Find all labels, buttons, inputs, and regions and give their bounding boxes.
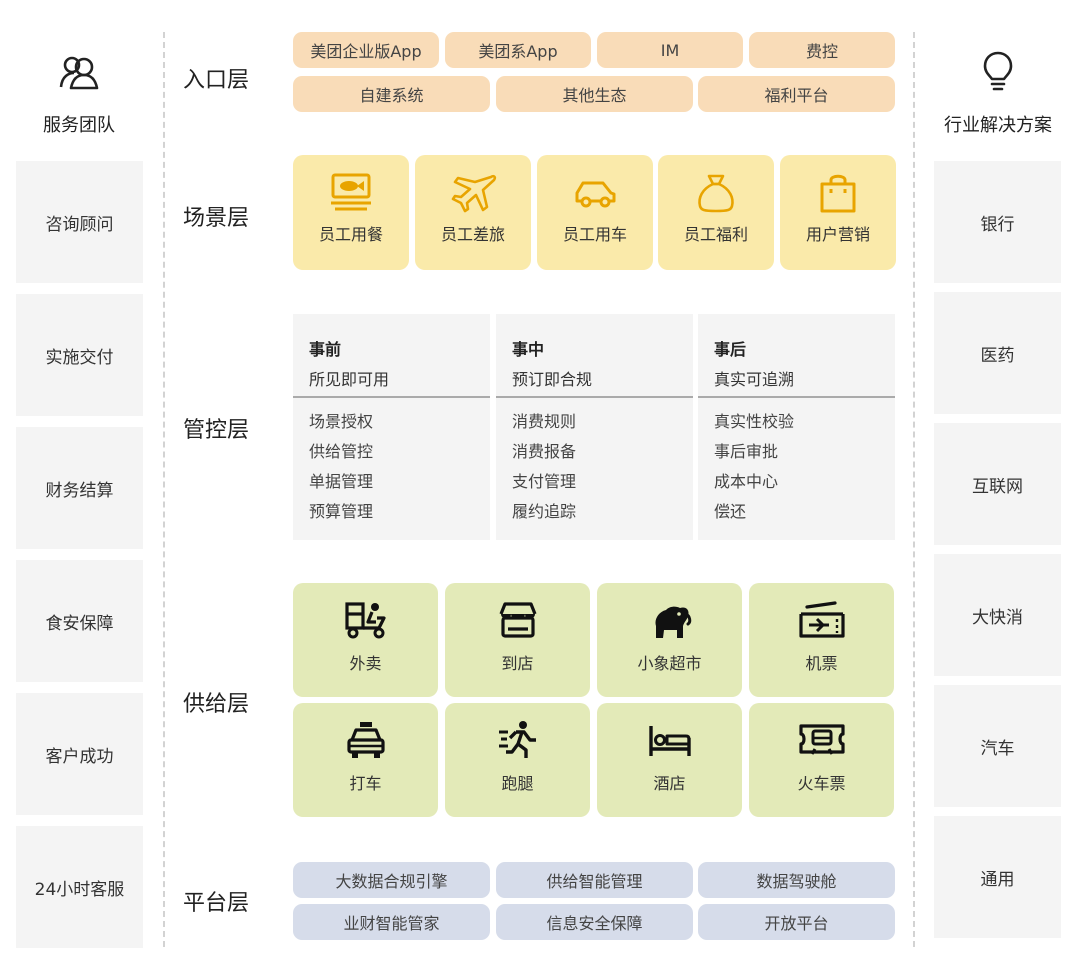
entry-pill: 自建系统 bbox=[293, 76, 490, 112]
scene-label: 员工差旅 bbox=[440, 225, 505, 244]
entry-pill: 美团企业版App bbox=[293, 32, 439, 68]
scene-card-meal: 员工用餐 bbox=[293, 155, 409, 270]
left-title: 服务团队 bbox=[43, 115, 115, 136]
layer-label-control: 管控层 bbox=[183, 418, 250, 443]
scene-card-marketing: 用户营销 bbox=[780, 155, 896, 270]
car-icon bbox=[575, 181, 616, 208]
scene-label: 员工福利 bbox=[683, 225, 748, 244]
supply-label: 火车票 bbox=[797, 774, 846, 793]
control-item: 单据管理 bbox=[309, 472, 374, 491]
scene-label: 员工用餐 bbox=[318, 225, 383, 244]
supply-card-store: 到店 bbox=[445, 583, 590, 697]
runner-icon bbox=[498, 721, 536, 758]
gift-bag-icon bbox=[698, 174, 734, 213]
control-item: 供给管控 bbox=[309, 442, 374, 461]
entry-pill: 其他生态 bbox=[496, 76, 693, 112]
left-item-24h-service: 24小时客服 bbox=[16, 826, 143, 948]
entry-pill: 福利平台 bbox=[698, 76, 895, 112]
train-ticket-icon bbox=[798, 724, 845, 755]
platform-pill: 供给智能管理 bbox=[496, 862, 693, 898]
supply-label: 跑腿 bbox=[501, 774, 534, 793]
control-title: 事前 bbox=[309, 340, 342, 359]
control-item: 真实性校验 bbox=[714, 412, 795, 431]
right-item-bank: 银行 bbox=[934, 161, 1061, 283]
supply-label: 打车 bbox=[349, 774, 382, 793]
right-item-fmcg: 大快消 bbox=[934, 554, 1061, 676]
right-divider bbox=[913, 32, 915, 947]
entry-pill: 费控 bbox=[749, 32, 895, 68]
scene-card-welfare: 员工福利 bbox=[658, 155, 774, 270]
airplane-icon bbox=[451, 174, 497, 213]
control-subtitle: 预订即合规 bbox=[512, 370, 593, 389]
control-item: 履约追踪 bbox=[512, 502, 577, 521]
store-icon bbox=[499, 602, 536, 638]
platform-pill: 业财智能管家 bbox=[293, 904, 490, 940]
lightbulb-icon bbox=[983, 51, 1013, 91]
control-subtitle: 真实可追溯 bbox=[714, 370, 795, 389]
entry-pill: 美团系App bbox=[445, 32, 591, 68]
delivery-icon bbox=[344, 602, 386, 639]
supply-card-takeout: 外卖 bbox=[293, 583, 438, 697]
platform-pill: 大数据合规引擎 bbox=[293, 862, 490, 898]
left-item-delivery: 实施交付 bbox=[16, 294, 143, 416]
scene-label: 员工用车 bbox=[562, 225, 627, 244]
flight-ticket-icon bbox=[798, 601, 845, 638]
right-item-internet: 互联网 bbox=[934, 423, 1061, 545]
control-divider bbox=[293, 396, 490, 398]
supply-label: 到店 bbox=[501, 654, 534, 673]
supply-card-supermarket: 小象超市 bbox=[597, 583, 742, 697]
control-column-after: 事后 真实可追溯 真实性校验 事后审批 成本中心 偿还 bbox=[698, 314, 895, 540]
left-item-finance: 财务结算 bbox=[16, 427, 143, 549]
layer-label-scene: 场景层 bbox=[183, 206, 250, 231]
control-item: 事后审批 bbox=[714, 442, 779, 461]
control-item: 支付管理 bbox=[512, 472, 577, 491]
supply-label: 酒店 bbox=[653, 774, 686, 793]
scene-card-travel: 员工差旅 bbox=[415, 155, 531, 270]
left-divider bbox=[163, 32, 165, 947]
control-item: 偿还 bbox=[714, 502, 747, 521]
control-item: 预算管理 bbox=[309, 502, 374, 521]
right-item-auto: 汽车 bbox=[934, 685, 1061, 807]
supply-label: 外卖 bbox=[349, 654, 382, 673]
control-item: 消费报备 bbox=[512, 442, 577, 461]
entry-pill: IM bbox=[597, 32, 743, 68]
control-item: 场景授权 bbox=[309, 412, 374, 431]
left-item-customer-success: 客户成功 bbox=[16, 693, 143, 815]
supply-card-train: 火车票 bbox=[749, 703, 894, 817]
control-column-before: 事前 所见即可用 场景授权 供给管控 单据管理 预算管理 bbox=[293, 314, 490, 540]
elephant-icon bbox=[654, 606, 691, 638]
platform-pill: 数据驾驶舱 bbox=[698, 862, 895, 898]
supply-card-taxi: 打车 bbox=[293, 703, 438, 817]
control-divider bbox=[698, 396, 895, 398]
taxi-icon bbox=[346, 722, 385, 758]
team-icon bbox=[59, 56, 99, 90]
control-divider bbox=[496, 396, 693, 398]
layer-label-platform: 平台层 bbox=[183, 891, 250, 916]
control-item: 成本中心 bbox=[714, 472, 779, 491]
right-title: 行业解决方案 bbox=[944, 115, 1052, 136]
supply-card-hotel: 酒店 bbox=[597, 703, 742, 817]
control-column-during: 事中 预订即合规 消费规则 消费报备 支付管理 履约追踪 bbox=[496, 314, 693, 540]
control-title: 事中 bbox=[512, 340, 545, 359]
supply-card-flight: 机票 bbox=[749, 583, 894, 697]
left-item-food-safety: 食安保障 bbox=[16, 560, 143, 682]
scene-label: 用户营销 bbox=[805, 225, 870, 244]
left-item-consultant: 咨询顾问 bbox=[16, 161, 143, 283]
platform-pill: 信息安全保障 bbox=[496, 904, 693, 940]
meal-icon bbox=[331, 173, 371, 211]
platform-pill: 开放平台 bbox=[698, 904, 895, 940]
control-item: 消费规则 bbox=[512, 412, 577, 431]
layer-label-supply: 供给层 bbox=[183, 692, 250, 717]
supply-label: 小象超市 bbox=[637, 654, 702, 673]
right-item-pharma: 医药 bbox=[934, 292, 1061, 414]
right-item-general: 通用 bbox=[934, 816, 1061, 938]
control-title: 事后 bbox=[714, 340, 747, 359]
bed-icon bbox=[648, 726, 691, 756]
supply-card-errand: 跑腿 bbox=[445, 703, 590, 817]
control-subtitle: 所见即可用 bbox=[309, 370, 390, 389]
layer-label-entry: 入口层 bbox=[183, 68, 250, 93]
supply-label: 机票 bbox=[805, 654, 838, 673]
scene-card-car: 员工用车 bbox=[537, 155, 653, 270]
shopping-bag-icon bbox=[820, 174, 856, 213]
